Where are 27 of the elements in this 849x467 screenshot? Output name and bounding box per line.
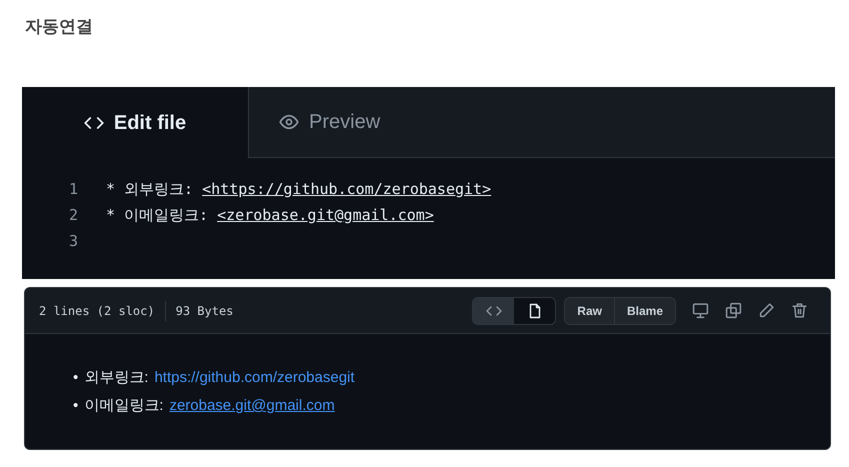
list-label: 외부링크: — [84, 368, 148, 388]
pencil-icon — [758, 302, 775, 319]
blame-button[interactable]: Blame — [614, 298, 675, 324]
tab[interactable]: Edit file — [22, 87, 249, 158]
line-number: 1 — [68, 178, 79, 200]
line-number: 2 — [68, 204, 79, 226]
link[interactable]: zerobase.git@gmail.com — [169, 392, 335, 420]
code-link[interactable]: <https://github.com/zerobasegit> — [202, 180, 492, 198]
copy-icon — [725, 302, 742, 319]
tab[interactable]: Preview — [249, 87, 476, 157]
raw-button[interactable]: Raw — [565, 298, 614, 324]
code-link[interactable]: <zerobase.git@gmail.com> — [217, 206, 434, 224]
list-label: 이메일링크: — [84, 396, 164, 416]
line-number: 3 — [68, 230, 79, 252]
code-line: * 이메일링크: <zerobase.git@gmail.com> — [106, 204, 434, 226]
trash-icon — [791, 302, 808, 319]
file-info: 93 Bytes — [176, 302, 234, 320]
view-toggle[interactable] — [514, 298, 556, 324]
bullet: • — [73, 396, 78, 416]
code-line: * 외부링크: <https://github.com/zerobasegit> — [106, 178, 492, 200]
eye-icon — [279, 112, 299, 132]
view-toggle[interactable] — [473, 298, 514, 324]
monitor-icon — [692, 302, 709, 319]
link[interactable]: https://github.com/zerobasegit — [154, 364, 355, 392]
section-heading: 자동연결 — [24, 16, 94, 38]
file-info: 2 lines (2 sloc) — [39, 302, 155, 320]
bullet: • — [73, 368, 78, 388]
